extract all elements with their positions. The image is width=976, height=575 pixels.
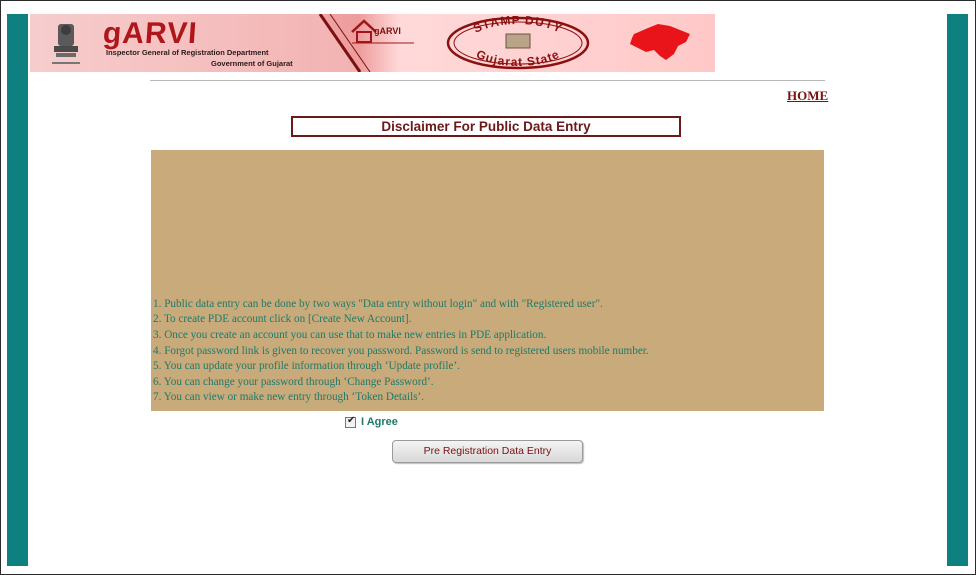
house-logo-text: gARVI — [374, 26, 401, 36]
header-divider — [150, 80, 825, 81]
disclaimer-item: 1. Public data entry can be done by two … — [153, 297, 603, 310]
pde-button-label: Pre Registration Data Entry — [423, 445, 552, 457]
pre-registration-data-entry-button[interactable]: Pre Registration Data Entry — [392, 440, 583, 463]
government-name: Government of Gujarat — [211, 59, 293, 68]
agree-label[interactable]: I Agree — [361, 416, 398, 428]
disclaimer-title: Disclaimer For Public Data Entry — [381, 119, 591, 134]
stamp-duty-seal-icon: STAMP DUTY Gujarat State — [446, 16, 590, 70]
disclaimer-title-box: Disclaimer For Public Data Entry — [291, 116, 681, 137]
disclaimer-item: 5. You can update your profile informati… — [153, 360, 460, 373]
header-banner: gARVI Inspector General of Registration … — [30, 14, 715, 72]
disclaimer-list: 1. Public data entry can be done by two … — [151, 297, 649, 406]
right-border-bar — [947, 14, 968, 566]
stamp-top-text: STAMP DUTY — [471, 16, 564, 36]
disclaimer-item: 4. Forgot password link is given to reco… — [153, 344, 649, 357]
disclaimer-item: 2. To create PDE account click on [Creat… — [153, 313, 412, 326]
app-title: gARVI — [101, 17, 199, 50]
home-link[interactable]: HOME — [787, 88, 828, 104]
gujarat-map-icon — [630, 24, 690, 60]
agree-row: ✔ I Agree — [345, 414, 398, 428]
checkmark-icon: ✔ — [347, 414, 356, 426]
disclaimer-panel: 1. Public data entry can be done by two … — [151, 150, 824, 411]
svg-text:STAMP DUTY: STAMP DUTY — [471, 16, 565, 36]
department-name: Inspector General of Registration Depart… — [106, 48, 269, 57]
left-border-bar — [7, 14, 28, 566]
disclaimer-item: 3. Once you create an account you can us… — [153, 329, 547, 342]
disclaimer-item: 6. You can change your password through … — [153, 375, 434, 388]
ashoka-emblem-icon — [52, 24, 80, 64]
disclaimer-item: 7. You can view or make new entry throug… — [153, 391, 425, 404]
agree-checkbox[interactable]: ✔ — [345, 414, 356, 428]
